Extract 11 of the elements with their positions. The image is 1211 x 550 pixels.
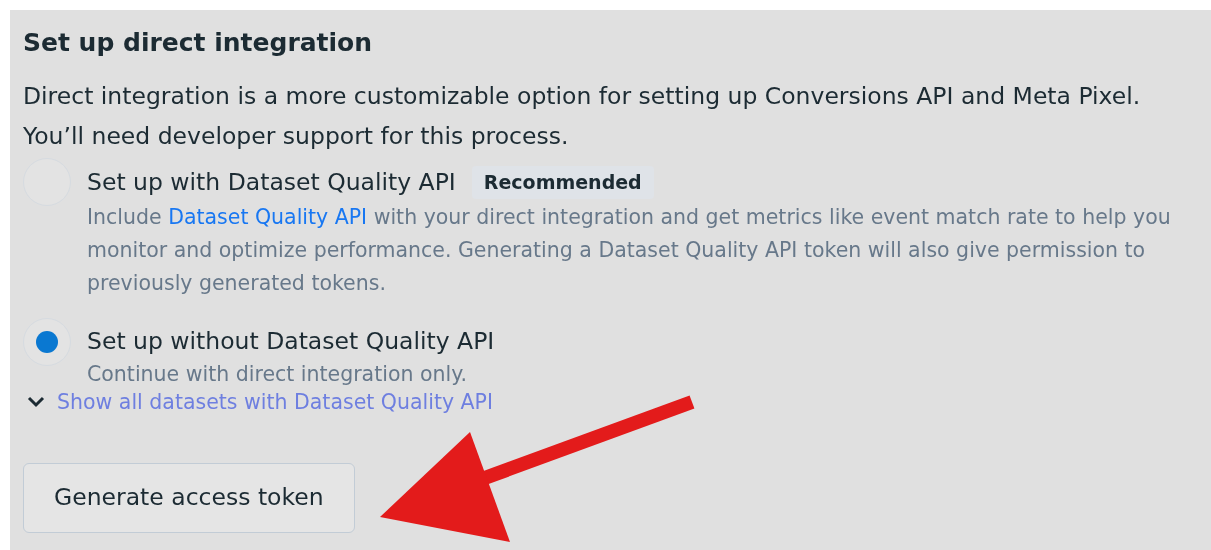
dataset-quality-link[interactable]: Dataset Quality API	[168, 204, 368, 229]
radio-button[interactable]	[23, 317, 71, 366]
recommended-badge: Recommended	[471, 166, 654, 199]
option-description: Continue with direct integration only.	[87, 360, 468, 388]
option-description: Include Dataset Quality API with your direct integration and get metrics like event match rate to help you monitor and optimize performance. Generating a Dataset Quality API token will also give permission to previously generated tokens.	[87, 203, 1172, 297]
show-datasets-toggle[interactable]: Show all datasets with Dataset Quality API	[27, 386, 493, 417]
section-title: Set up direct integration	[23, 27, 374, 58]
option-label: Set up with Dataset Quality API	[87, 167, 456, 198]
option-label: Set up without Dataset Quality API	[87, 325, 495, 356]
generate-token-button[interactable]: Generate access token	[23, 462, 355, 533]
section-description: Direct integration is a more customizable option for setting up Conversions API and Meta Pixel. You’ll need developer support for this process.	[23, 81, 1142, 152]
